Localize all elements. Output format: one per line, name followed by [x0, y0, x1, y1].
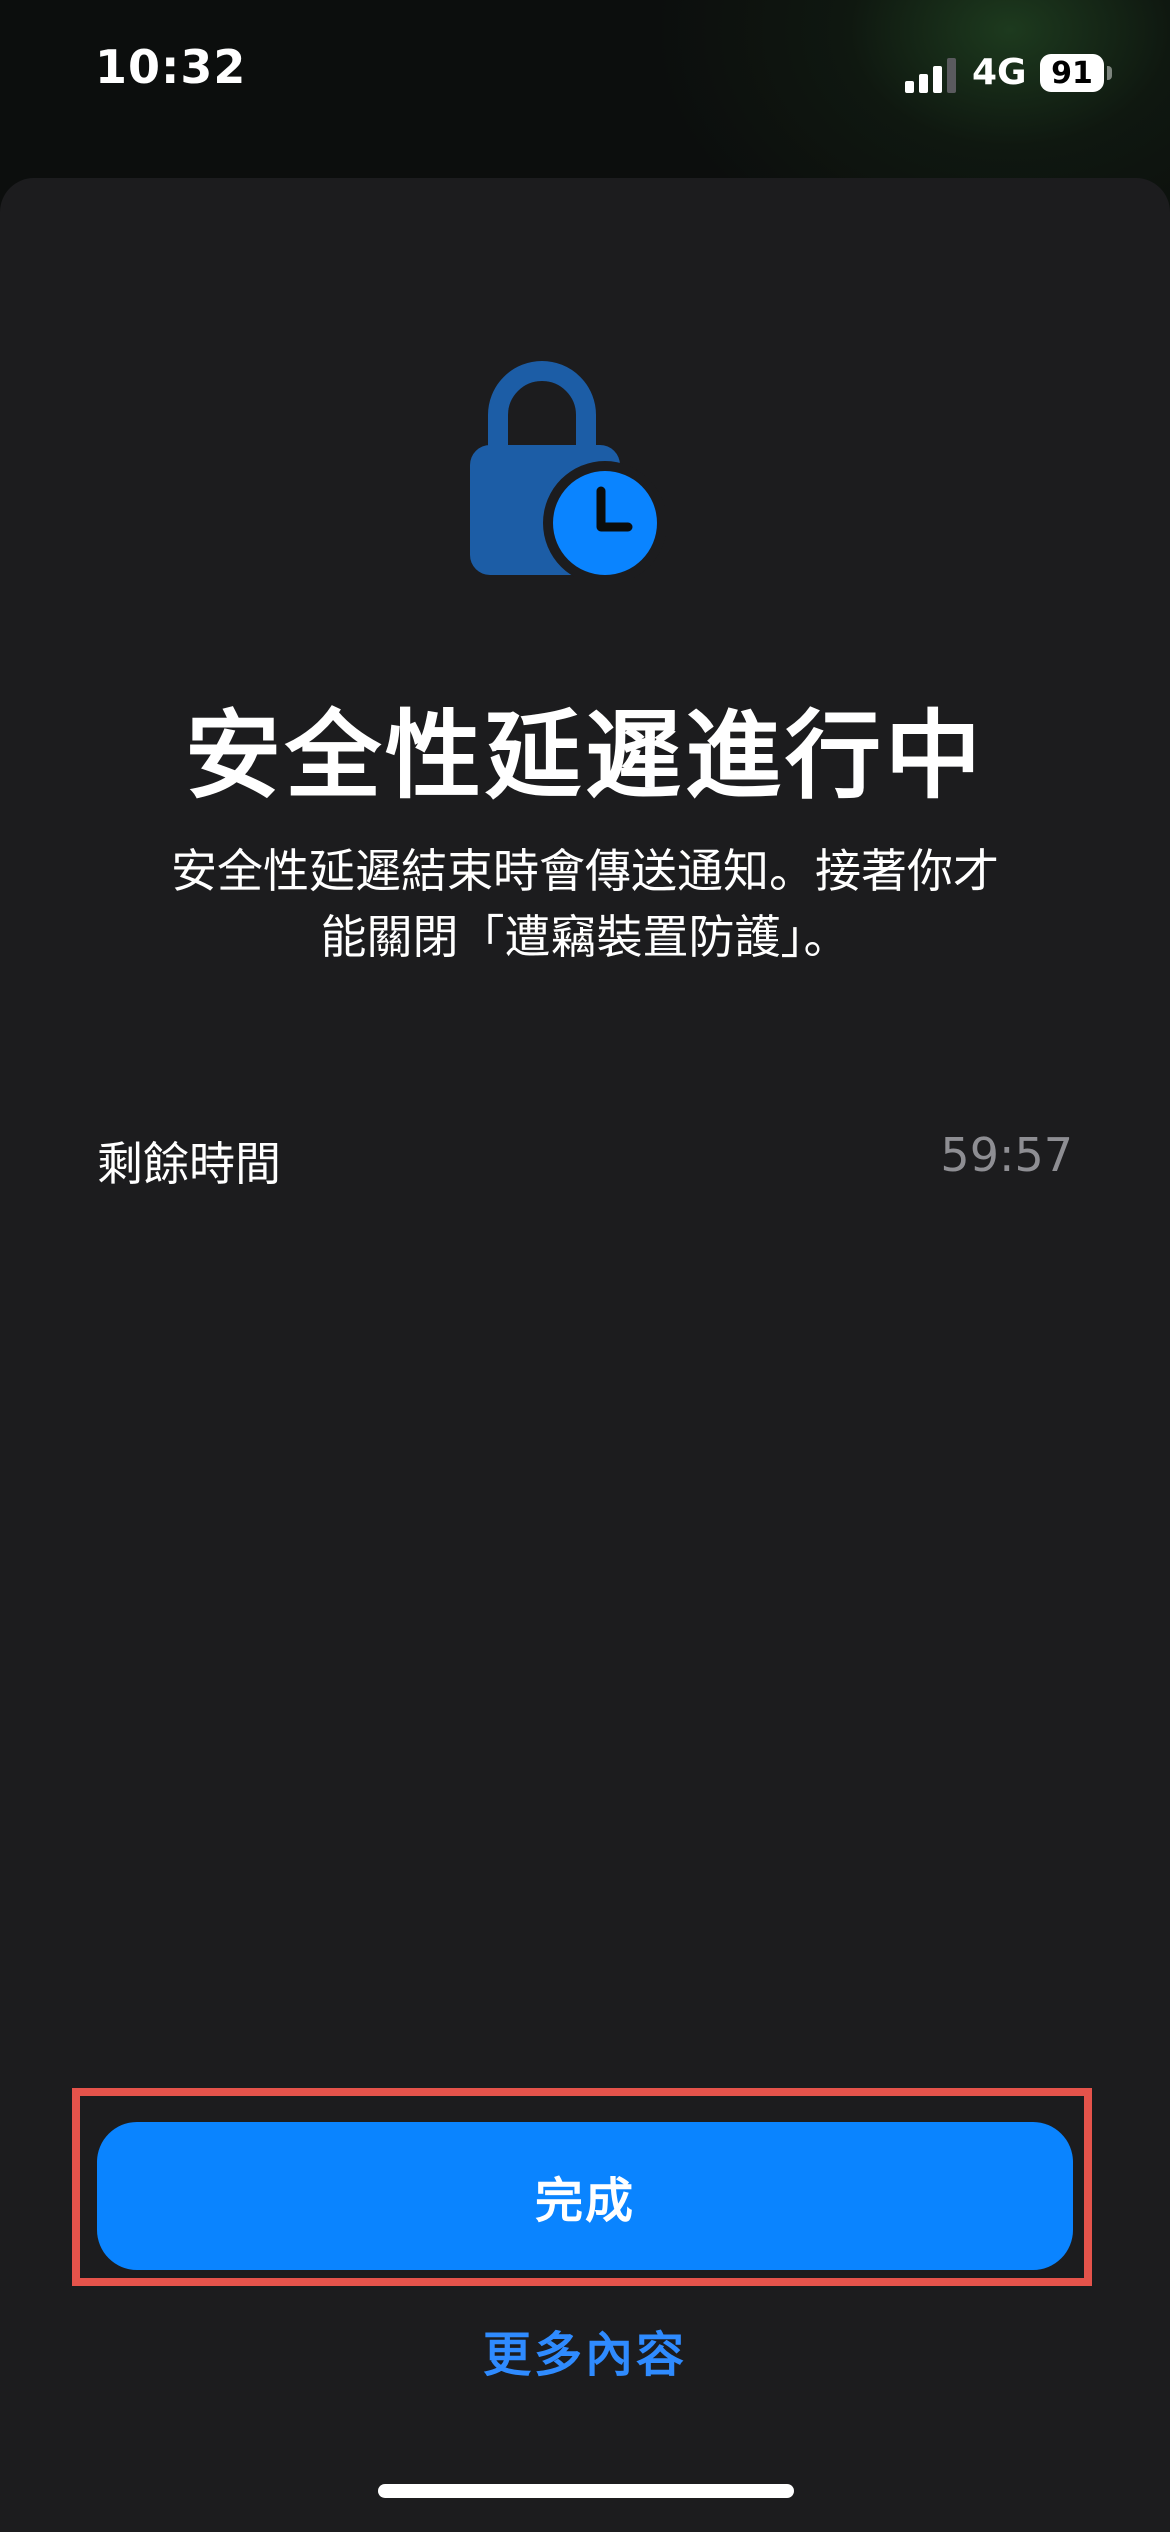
home-indicator[interactable]: [378, 2484, 794, 2498]
battery-tip: [1107, 66, 1112, 80]
description-line-2: 能關閉「遭竊裝置防護」。: [320, 910, 850, 964]
cellular-signal-icon: [905, 58, 956, 93]
status-bar: 10:32 4G 91: [0, 0, 1170, 150]
page-title: 安全性延遲進行中: [185, 700, 985, 812]
remaining-time-label: 剩餘時間: [97, 1137, 281, 1191]
network-type: 4G: [972, 52, 1027, 93]
remaining-time-row: 剩餘時間 59:57: [97, 1116, 1073, 1196]
battery-level: 91: [1040, 54, 1104, 92]
description-text: 安全性延遲結束時會傳送通知。接著你才 能關閉「遭竊裝置防護」。: [95, 838, 1075, 970]
more-info-link[interactable]: 更多內容: [0, 2315, 1170, 2385]
status-time: 10:32: [95, 40, 247, 94]
description-line-1: 安全性延遲結束時會傳送通知。接著你才: [171, 844, 999, 898]
screen: 10:32 4G 91 安全性延遲進行中 安全性延遲結束時會傳送通知。接著你才 …: [0, 0, 1170, 2532]
lock-clock-icon: [470, 361, 667, 578]
battery-icon: 91: [1040, 54, 1112, 92]
done-button[interactable]: 完成: [97, 2122, 1073, 2270]
remaining-time-value: 59:57: [940, 1128, 1073, 1182]
